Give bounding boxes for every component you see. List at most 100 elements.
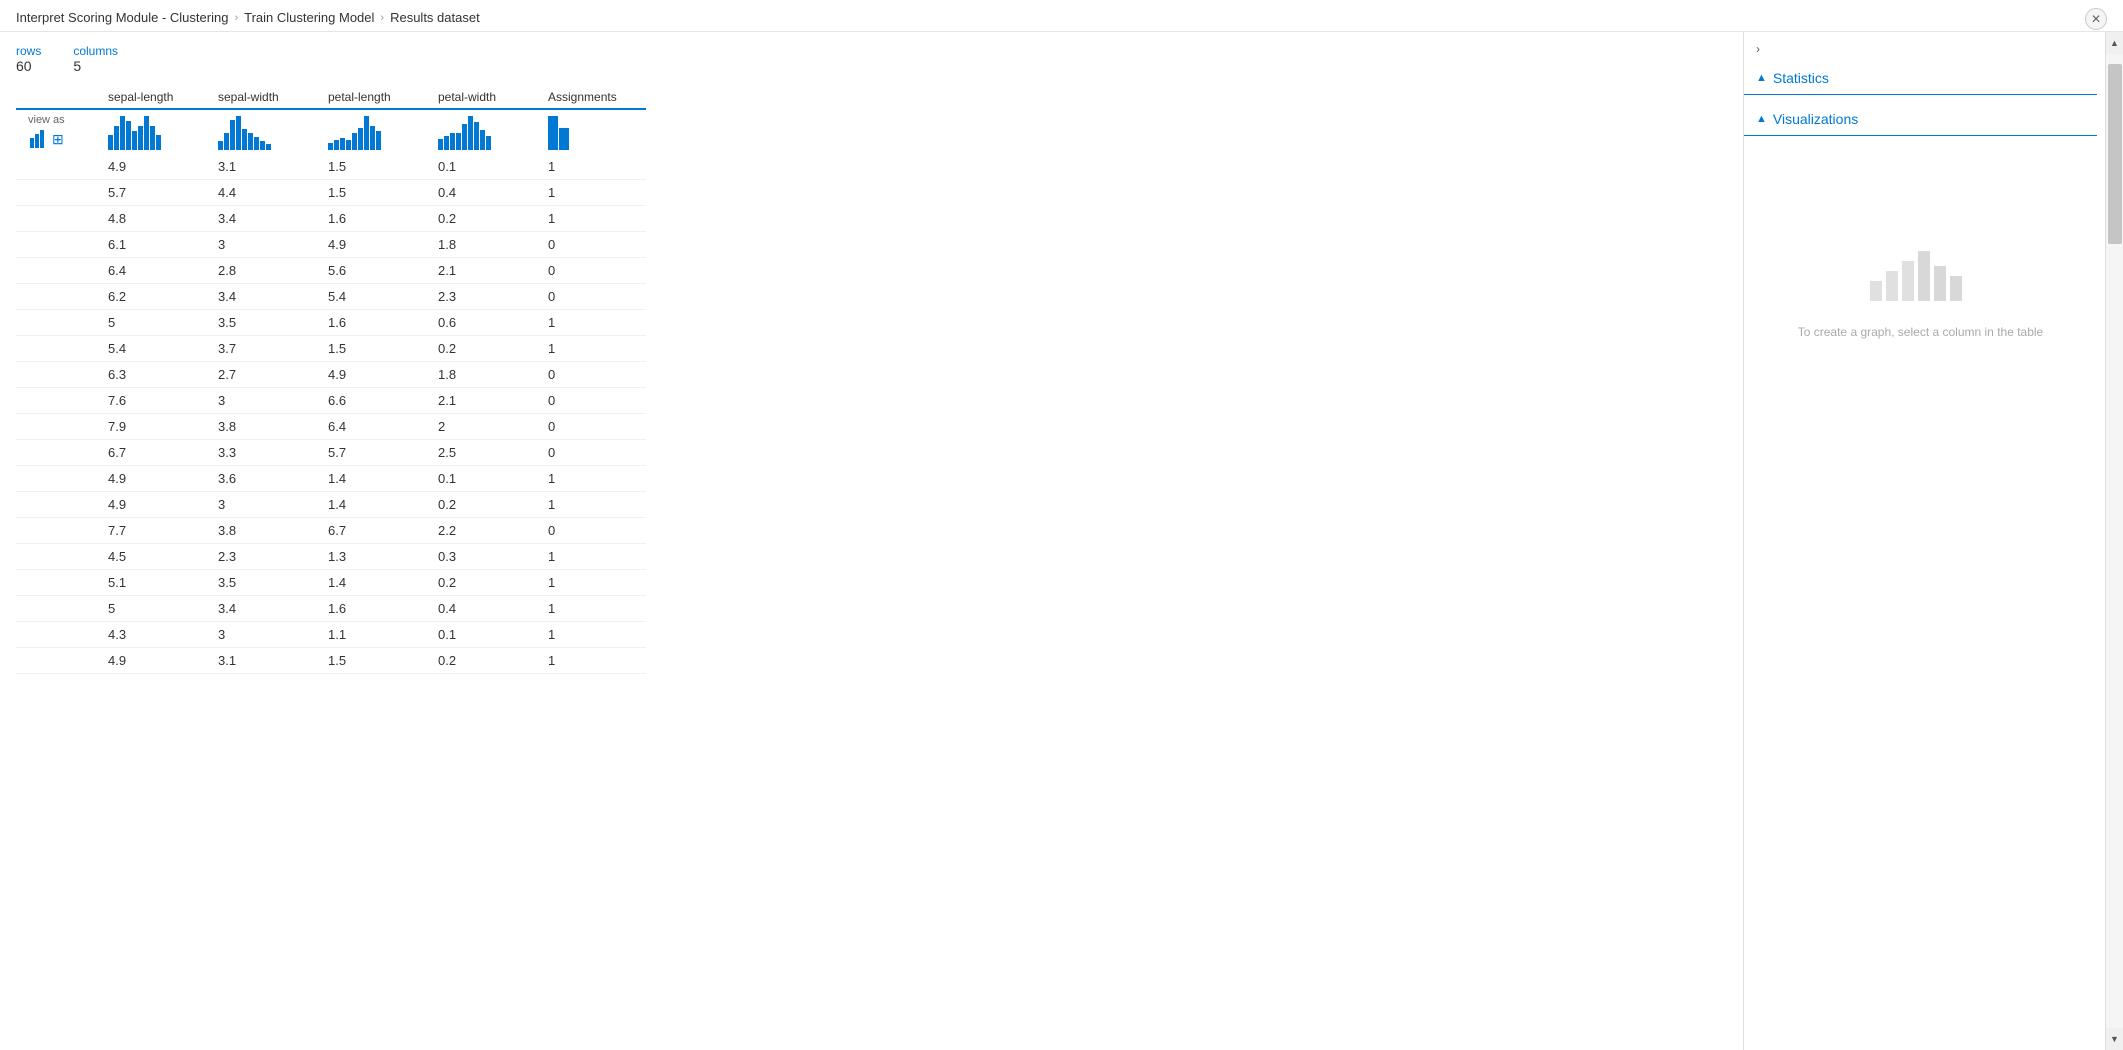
table-cell: 1 (536, 154, 646, 180)
scroll-track (2106, 54, 2123, 1028)
chart-placeholder-icon (1860, 231, 1980, 311)
row-number (16, 232, 96, 258)
table-cell: 0.4 (426, 180, 536, 206)
scroll-up-button[interactable]: ▲ (2106, 32, 2123, 54)
mini-bar (114, 126, 119, 150)
table-cell: 4.3 (96, 622, 206, 648)
mini-bar (370, 126, 375, 150)
mini-bar (462, 124, 467, 150)
visualizations-section-header[interactable]: ▲ Visualizations (1744, 103, 2097, 136)
columns-value: 5 (73, 58, 118, 74)
mini-bar (334, 140, 339, 150)
data-table: sepal-length sepal-width petal-length pe… (16, 84, 646, 674)
table-cell: 2.8 (206, 258, 316, 284)
view-as-cell: view as ⊞ (16, 109, 96, 154)
table-cell: 0.2 (426, 648, 536, 674)
table-cell: 0.2 (426, 570, 536, 596)
mini-bar (120, 116, 125, 150)
mini-chart-petal-length[interactable] (316, 109, 426, 154)
mini-bar (138, 126, 143, 150)
table-cell: 0.4 (426, 596, 536, 622)
table-cell: 5.4 (96, 336, 206, 362)
mini-chart-assignments[interactable] (536, 109, 646, 154)
table-cell: 5 (96, 310, 206, 336)
table-cell: 1.4 (316, 492, 426, 518)
table-cell: 1 (536, 336, 646, 362)
row-number (16, 310, 96, 336)
col-header-sepal-length[interactable]: sepal-length (96, 84, 206, 109)
table-cell: 3.8 (206, 518, 316, 544)
mini-bar (376, 131, 381, 150)
col-header-assignments[interactable]: Assignments (536, 84, 646, 109)
table-cell: 1 (536, 570, 646, 596)
table-cell: 6.2 (96, 284, 206, 310)
table-cell: 4.9 (316, 232, 426, 258)
table-cell: 1 (536, 544, 646, 570)
table-cell: 1 (536, 206, 646, 232)
close-button[interactable]: ✕ (2085, 8, 2107, 30)
row-number (16, 596, 96, 622)
table-cell: 3.1 (206, 154, 316, 180)
table-cell: 0 (536, 440, 646, 466)
scrollbar[interactable]: ▲ ▼ (2105, 32, 2123, 1050)
table-cell: 0.2 (426, 492, 536, 518)
table-cell: 3.1 (206, 648, 316, 674)
table-cell: 2.1 (426, 258, 536, 284)
breadcrumb-part2[interactable]: Train Clustering Model (244, 10, 374, 25)
table-cell: 4.9 (96, 648, 206, 674)
table-cell: 1.4 (316, 466, 426, 492)
col-header-sepal-width[interactable]: sepal-width (206, 84, 316, 109)
table-cell: 1 (536, 310, 646, 336)
statistics-title: Statistics (1773, 70, 1829, 86)
statistics-section-header[interactable]: ▲ Statistics (1744, 62, 2097, 95)
col-header-petal-width[interactable]: petal-width (426, 84, 536, 109)
mini-bar (486, 136, 491, 150)
table-cell: 1.5 (316, 180, 426, 206)
table-cell: 2.2 (426, 518, 536, 544)
table-cell: 2 (426, 414, 536, 440)
table-cell: 1 (536, 180, 646, 206)
col-header-petal-length[interactable]: petal-length (316, 84, 426, 109)
table-cell: 2.7 (206, 362, 316, 388)
table-cell: 3.5 (206, 310, 316, 336)
table-cell: 6.3 (96, 362, 206, 388)
stats-row: rows 60 columns 5 (16, 32, 1743, 84)
table-cell: 3 (206, 388, 316, 414)
table-row: 6.23.45.42.30 (16, 284, 646, 310)
table-cell: 1.8 (426, 362, 536, 388)
table-row: 4.931.40.21 (16, 492, 646, 518)
scroll-down-button[interactable]: ▼ (2106, 1028, 2123, 1050)
table-cell: 0.1 (426, 154, 536, 180)
table-cell: 4.5 (96, 544, 206, 570)
mini-chart-petal-width[interactable] (426, 109, 536, 154)
mini-bar (340, 138, 345, 150)
mini-chart-sepal-width[interactable] (206, 109, 316, 154)
table-cell: 4.8 (96, 206, 206, 232)
table-cell: 4.9 (96, 154, 206, 180)
table-cell: 3.6 (206, 466, 316, 492)
mini-bar (346, 140, 351, 150)
table-cell: 1.6 (316, 596, 426, 622)
mini-bar (132, 131, 137, 150)
mini-bar (456, 133, 461, 150)
bar-chart-view-button[interactable] (28, 128, 46, 150)
stat-columns: columns 5 (73, 44, 118, 74)
table-cell: 6.4 (316, 414, 426, 440)
table-cell: 0.1 (426, 466, 536, 492)
breadcrumb-part3: Results dataset (390, 10, 480, 25)
table-view-button[interactable]: ⊞ (50, 128, 66, 150)
table-cell: 6.7 (316, 518, 426, 544)
table-cell: 0.1 (426, 622, 536, 648)
table-wrapper[interactable]: sepal-length sepal-width petal-length pe… (16, 84, 1743, 1050)
scroll-thumb[interactable] (2108, 64, 2122, 244)
chart-placeholder: To create a graph, select a column in th… (1798, 231, 2043, 341)
mini-chart-sepal-length[interactable] (96, 109, 206, 154)
table-cell: 3 (206, 622, 316, 648)
table-cell: 5.7 (96, 180, 206, 206)
table-cell: 3 (206, 232, 316, 258)
table-cell: 1.4 (316, 570, 426, 596)
expand-arrow[interactable]: › (1744, 32, 2097, 62)
table-cell: 6.4 (96, 258, 206, 284)
right-panel: › ▲ Statistics ▲ Visualizations (1743, 32, 2123, 1050)
table-row: 6.32.74.91.80 (16, 362, 646, 388)
